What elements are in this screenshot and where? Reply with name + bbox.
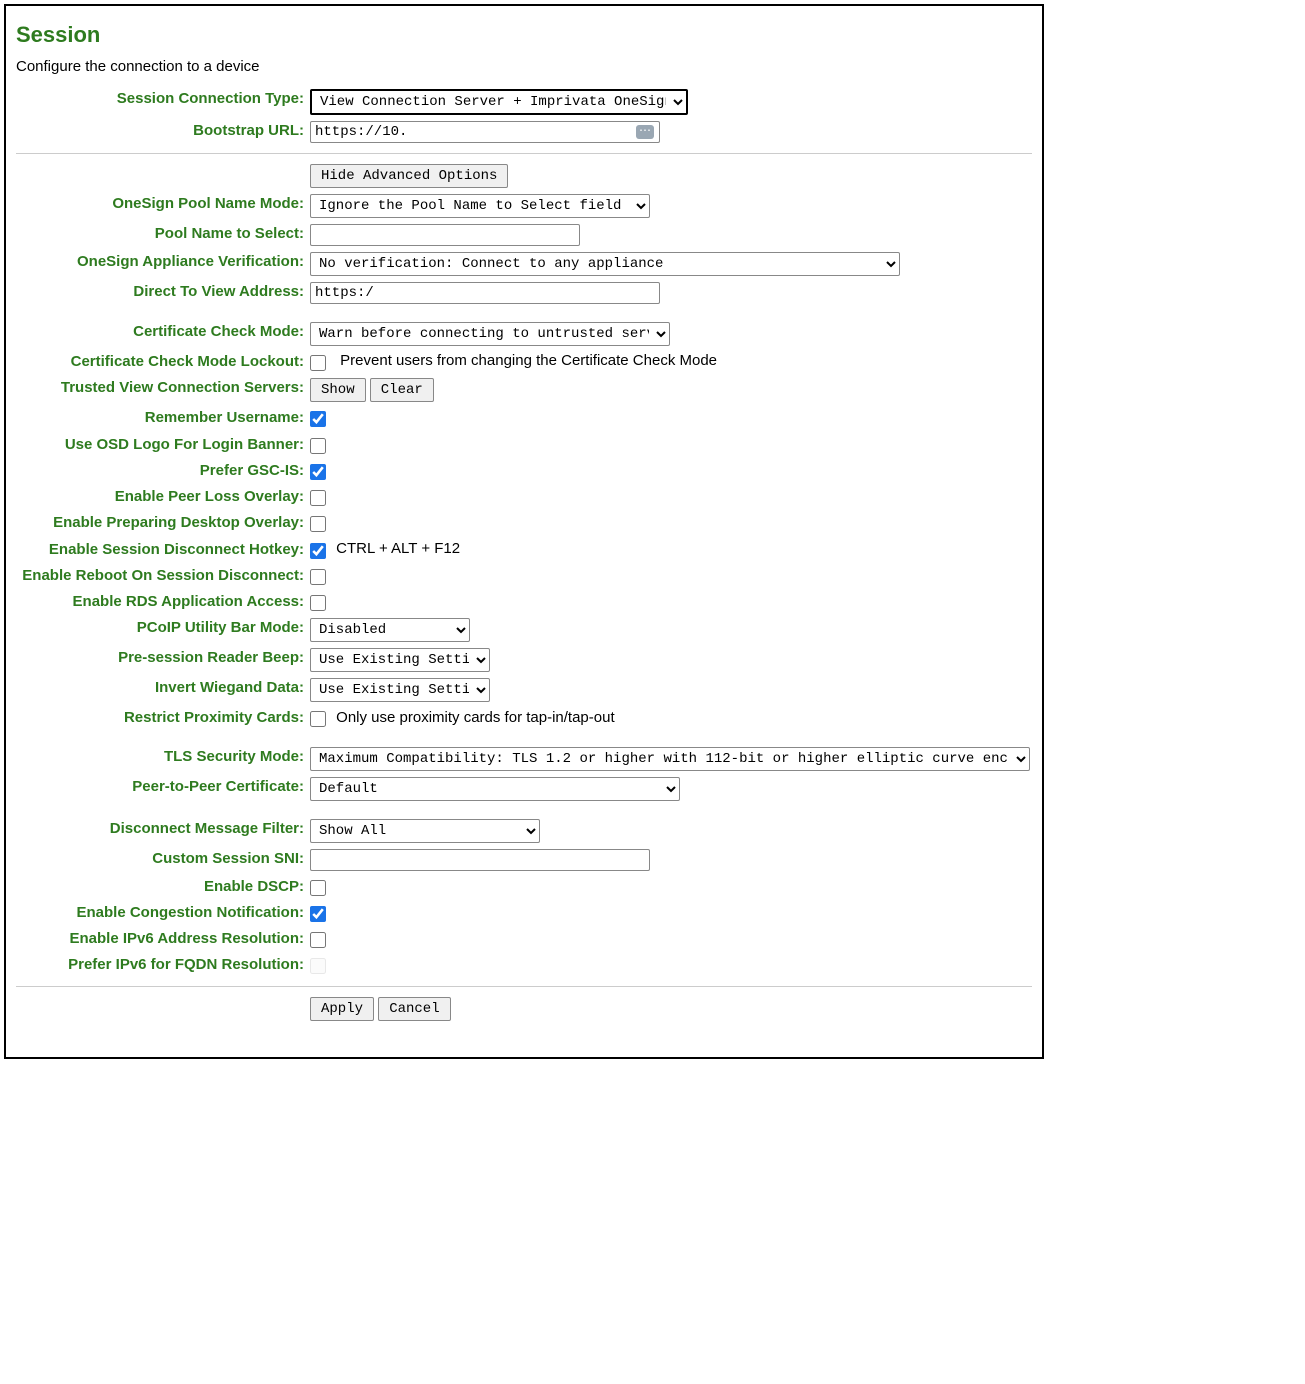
bootstrap-url-input[interactable] [310, 121, 660, 143]
label-tls-security-mode: TLS Security Mode: [16, 747, 310, 767]
label-enable-reboot-on-disconnect: Enable Reboot On Session Disconnect: [16, 566, 310, 586]
enable-dscp-checkbox[interactable] [310, 880, 326, 896]
custom-session-sni-input[interactable] [310, 849, 650, 871]
enable-ipv6-address-resolution-checkbox[interactable] [310, 932, 326, 948]
enable-session-disconnect-hotkey-checkbox[interactable] [310, 543, 326, 559]
page-title: Session [16, 22, 1032, 48]
divider [16, 153, 1032, 154]
label-disconnect-message-filter: Disconnect Message Filter: [16, 819, 310, 839]
label-enable-session-disconnect-hotkey: Enable Session Disconnect Hotkey: [16, 540, 310, 560]
disconnect-hotkey-text: CTRL + ALT + F12 [336, 540, 460, 557]
hide-advanced-options-button[interactable]: Hide Advanced Options [310, 164, 508, 188]
onesign-pool-name-mode-select[interactable]: Ignore the Pool Name to Select field [310, 194, 650, 218]
invert-wiegand-data-select[interactable]: Use Existing Setting [310, 678, 490, 702]
label-enable-rds-app-access: Enable RDS Application Access: [16, 592, 310, 612]
label-trusted-view-connection-servers: Trusted View Connection Servers: [16, 378, 310, 398]
label-pool-name-to-select: Pool Name to Select: [16, 224, 310, 244]
label-pre-session-reader-beep: Pre-session Reader Beep: [16, 648, 310, 668]
label-enable-peer-loss-overlay: Enable Peer Loss Overlay: [16, 487, 310, 507]
label-prefer-gsc-is: Prefer GSC-IS: [16, 461, 310, 481]
session-connection-type-select[interactable]: View Connection Server + Imprivata OneSi… [310, 89, 688, 115]
session-panel: Session Configure the connection to a de… [4, 4, 1044, 1059]
restrict-proximity-cards-checkbox[interactable] [310, 711, 326, 727]
pre-session-reader-beep-select[interactable]: Use Existing Setting [310, 648, 490, 672]
apply-button[interactable]: Apply [310, 997, 374, 1021]
label-enable-ipv6-address-resolution: Enable IPv6 Address Resolution: [16, 929, 310, 949]
keyboard-icon[interactable] [636, 125, 654, 139]
label-prefer-ipv6-fqdn: Prefer IPv6 for FQDN Resolution: [16, 955, 310, 975]
direct-to-view-address-input[interactable] [310, 282, 660, 304]
certificate-check-mode-select[interactable]: Warn before connecting to untrusted serv… [310, 322, 670, 346]
tls-security-mode-select[interactable]: Maximum Compatibility: TLS 1.2 or higher… [310, 747, 1030, 771]
enable-preparing-overlay-checkbox[interactable] [310, 516, 326, 532]
onesign-appliance-verification-select[interactable]: No verification: Connect to any applianc… [310, 252, 900, 276]
label-onesign-appliance-verification: OneSign Appliance Verification: [16, 252, 310, 272]
disconnect-message-filter-select[interactable]: Show All [310, 819, 540, 843]
label-restrict-proximity-cards: Restrict Proximity Cards: [16, 708, 310, 728]
label-invert-wiegand-data: Invert Wiegand Data: [16, 678, 310, 698]
remember-username-checkbox[interactable] [310, 411, 326, 427]
label-peer-to-peer-certificate: Peer-to-Peer Certificate: [16, 777, 310, 797]
trusted-servers-show-button[interactable]: Show [310, 378, 366, 402]
enable-peer-loss-overlay-checkbox[interactable] [310, 490, 326, 506]
prefer-ipv6-fqdn-checkbox [310, 958, 326, 974]
enable-reboot-on-disconnect-checkbox[interactable] [310, 569, 326, 585]
certificate-check-mode-lockout-text: Prevent users from changing the Certific… [340, 352, 717, 369]
label-pcoip-utility-bar-mode: PCoIP Utility Bar Mode: [16, 618, 310, 638]
label-enable-dscp: Enable DSCP: [16, 877, 310, 897]
pcoip-utility-bar-mode-select[interactable]: Disabled [310, 618, 470, 642]
cancel-button[interactable]: Cancel [378, 997, 450, 1021]
label-onesign-pool-name-mode: OneSign Pool Name Mode: [16, 194, 310, 214]
use-osd-logo-checkbox[interactable] [310, 438, 326, 454]
label-certificate-check-mode-lockout: Certificate Check Mode Lockout: [16, 352, 310, 372]
divider [16, 986, 1032, 987]
label-session-connection-type: Session Connection Type: [16, 89, 310, 109]
label-certificate-check-mode: Certificate Check Mode: [16, 322, 310, 342]
label-direct-to-view-address: Direct To View Address: [16, 282, 310, 302]
peer-to-peer-certificate-select[interactable]: Default [310, 777, 680, 801]
trusted-servers-clear-button[interactable]: Clear [370, 378, 434, 402]
label-custom-session-sni: Custom Session SNI: [16, 849, 310, 869]
restrict-proximity-cards-text: Only use proximity cards for tap-in/tap-… [336, 709, 614, 726]
label-remember-username: Remember Username: [16, 408, 310, 428]
enable-rds-app-access-checkbox[interactable] [310, 595, 326, 611]
certificate-check-mode-lockout-checkbox[interactable] [310, 355, 326, 371]
label-use-osd-logo: Use OSD Logo For Login Banner: [16, 435, 310, 455]
enable-congestion-notification-checkbox[interactable] [310, 906, 326, 922]
label-enable-preparing-overlay: Enable Preparing Desktop Overlay: [16, 513, 310, 533]
pool-name-to-select-input[interactable] [310, 224, 580, 246]
page-subtitle: Configure the connection to a device [16, 58, 1032, 75]
label-bootstrap-url: Bootstrap URL: [16, 121, 310, 141]
label-enable-congestion-notification: Enable Congestion Notification: [16, 903, 310, 923]
prefer-gsc-is-checkbox[interactable] [310, 464, 326, 480]
